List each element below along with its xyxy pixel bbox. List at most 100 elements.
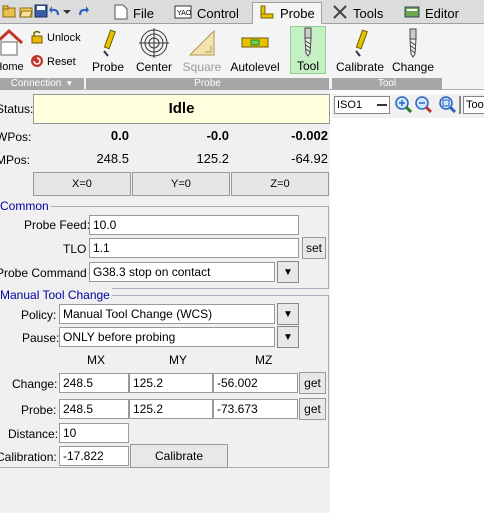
tab-editor[interactable]: Editor [398, 2, 465, 24]
change-button-label: Change [391, 60, 435, 74]
view-select[interactable]: ISO1 [334, 96, 390, 114]
center-button[interactable]: Center [134, 26, 174, 74]
tab-control[interactable]: YAO Control [168, 2, 245, 24]
probe-feed-label: Probe Feed: [24, 218, 91, 232]
probe-my-input[interactable]: 125.2 [129, 399, 213, 419]
control-icon: YAO [174, 5, 192, 22]
change-get-button[interactable]: get [299, 372, 326, 394]
tlo-input[interactable]: 1.1 [89, 238, 299, 258]
tlo-set-button[interactable]: set [302, 237, 326, 259]
calibrate-button[interactable]: Calibrate [335, 26, 385, 74]
change-my-input[interactable]: 125.2 [129, 373, 213, 393]
probe-command-label: Probe Command [0, 266, 87, 280]
policy-label: Policy: [21, 308, 57, 322]
tab-file-label: File [133, 5, 154, 21]
home-icon [0, 28, 24, 61]
reset-icon [30, 54, 44, 71]
folder-icon[interactable] [2, 4, 16, 18]
zoom-in-icon[interactable] [394, 95, 413, 114]
mpos-y: 125.2 [196, 151, 229, 166]
probe-button[interactable]: Probe [89, 26, 127, 74]
calibrate-button-label: Calibrate [335, 60, 385, 74]
svg-text:YAO: YAO [177, 10, 192, 17]
probe-command-select[interactable]: G38.3 stop on contact [89, 262, 275, 282]
change-mz-input[interactable]: -56.002 [213, 373, 298, 393]
chevron-down-icon: ▼ [65, 79, 74, 88]
tab-file[interactable]: File [108, 2, 160, 24]
pause-dropdown[interactable]: ▼ [277, 326, 299, 348]
distance-input[interactable]: 10 [59, 423, 129, 443]
col-mz-header: MZ [255, 353, 273, 367]
probe-mx-input[interactable]: 248.5 [59, 399, 129, 419]
mpos-x: 248.5 [96, 151, 129, 166]
level-icon [240, 28, 270, 58]
autolevel-button[interactable]: Autolevel [230, 26, 280, 74]
center-button-label: Center [135, 60, 173, 74]
zoom-fit-icon[interactable] [438, 95, 457, 114]
endmill-change-icon [398, 28, 428, 58]
tab-probe-label: Probe [280, 6, 315, 21]
probe-command-dropdown[interactable]: ▼ [277, 261, 299, 283]
tab-tools[interactable]: Tools [326, 2, 389, 24]
connection-group-text: Connection [10, 78, 62, 89]
square-icon [187, 28, 217, 58]
connection-group-label[interactable]: Connection ▼ [0, 78, 84, 90]
ribbon: Home Unlock Reset Connection ▼ Probe Cen… [0, 24, 484, 90]
zero-x-button[interactable]: X=0 [33, 172, 131, 196]
probe-row-label: Probe: [21, 403, 57, 417]
calibration-input[interactable]: -17.822 [59, 446, 129, 466]
probe-tab-icon [259, 4, 275, 23]
calibrate-tool-button[interactable]: Calibrate [130, 444, 228, 468]
mpos-z: -64.92 [291, 151, 328, 166]
wpos-label: WPos: [0, 130, 32, 144]
tlo-label: TLO [63, 242, 87, 256]
target-icon [139, 28, 169, 58]
dash-icon [377, 104, 387, 106]
change-mx-input[interactable]: 248.5 [59, 373, 129, 393]
tool-button-label: Tool [296, 59, 319, 73]
tab-tools-label: Tools [353, 5, 384, 21]
reset-button[interactable]: Reset [30, 54, 76, 70]
endmill-icon [293, 27, 323, 57]
pause-label: Pause: [22, 331, 60, 345]
tab-editor-label: Editor [425, 5, 459, 21]
open-icon[interactable] [19, 4, 33, 18]
tools-icon [332, 4, 348, 23]
policy-dropdown[interactable]: ▼ [277, 303, 299, 325]
dropdown-triangle-icon: ▼ [283, 308, 293, 320]
probe-mz-input[interactable]: -73.673 [213, 399, 298, 419]
ribbon-tab-bar: File YAO Control Probe Tools Editor [0, 0, 484, 25]
policy-select[interactable]: Manual Tool Change (WCS) [59, 304, 275, 324]
undo-icon[interactable] [48, 4, 62, 18]
toolbar-separator [459, 96, 461, 114]
redo-icon[interactable] [76, 4, 90, 18]
probe-group-label: Probe [86, 78, 329, 90]
lock-icon [30, 30, 44, 47]
probe-get-button[interactable]: get [299, 398, 326, 420]
canvas-area[interactable] [330, 90, 484, 513]
probe-feed-input[interactable]: 10.0 [89, 215, 299, 235]
square-button[interactable]: Square [181, 26, 223, 74]
home-label: Home [0, 61, 24, 73]
probe-icon [93, 28, 123, 58]
distance-label: Distance: [8, 427, 59, 441]
unlock-label: Unlock [47, 32, 81, 44]
mpos-label: MPos: [0, 153, 31, 167]
save-icon[interactable] [34, 4, 48, 18]
tool-button[interactable]: Tool [290, 26, 326, 74]
autolevel-button-label: Autolevel [230, 60, 280, 74]
pause-select[interactable]: ONLY before probing [59, 327, 275, 347]
change-button[interactable]: Change [392, 26, 434, 74]
zero-y-button[interactable]: Y=0 [132, 172, 230, 196]
tab-probe[interactable]: Probe [252, 2, 322, 25]
home-button[interactable]: Home [0, 28, 24, 74]
change-row-label: Change: [12, 377, 58, 391]
dropdown-arrow-icon[interactable] [62, 4, 76, 18]
zoom-out-icon[interactable] [414, 95, 433, 114]
unlock-button[interactable]: Unlock [30, 30, 81, 46]
tool-select[interactable]: Too [463, 96, 484, 114]
status-label: Status: [0, 102, 34, 116]
calibration-label: Calibration: [0, 450, 57, 464]
zero-z-button[interactable]: Z=0 [231, 172, 329, 196]
col-my-header: MY [169, 353, 187, 367]
